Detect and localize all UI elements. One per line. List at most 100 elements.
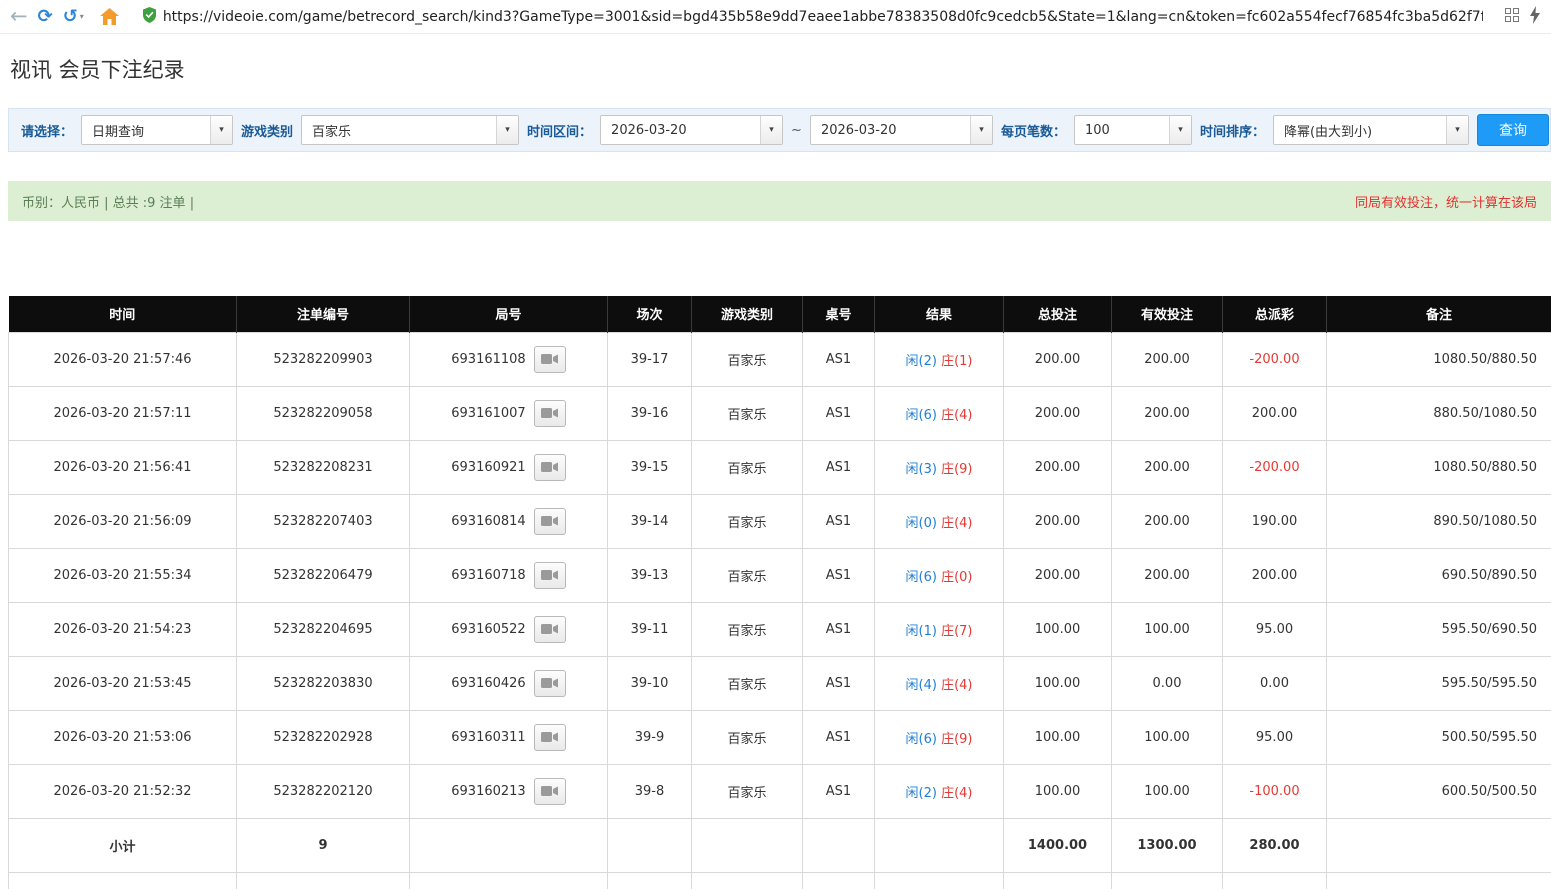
video-camera-icon	[541, 569, 558, 581]
time-cell: 2026-03-20 21:57:46	[9, 332, 237, 386]
table-footer: 小计 9 1400.00 1300.00 280.00 总计 9 1400.00…	[9, 818, 1551, 889]
undo-icon[interactable]: ↺	[63, 8, 78, 26]
session-cell: 39-10	[608, 656, 692, 710]
total-count: 9	[237, 872, 410, 889]
payout-cell: -200.00	[1223, 440, 1327, 494]
select-label: 请选择：	[21, 121, 73, 140]
video-camera-icon	[541, 515, 558, 527]
total-bet-link[interactable]: 100.00	[1004, 656, 1112, 710]
chevron-down-icon[interactable]: ▾	[496, 116, 518, 144]
round-cell: 693160522	[410, 602, 608, 656]
result-banker: 庄(4)	[941, 678, 972, 693]
round-cell: 693160311	[410, 710, 608, 764]
bet-number-cell: 523282207403	[237, 494, 410, 548]
col-header-table-no: 桌号	[803, 296, 875, 332]
back-icon[interactable]: ←	[10, 6, 28, 27]
filter-bar: 请选择： 日期查询 ▾ 游戏类别 百家乐 ▾ 时间区间： 2026-03-20 …	[8, 108, 1551, 152]
chevron-down-icon[interactable]: ▾	[1446, 116, 1468, 144]
result-banker: 庄(4)	[941, 408, 972, 423]
total-bet-link[interactable]: 200.00	[1004, 332, 1112, 386]
total-bet-link[interactable]: 200.00	[1004, 440, 1112, 494]
table-row: 2026-03-20 21:57:11 523282209058 6931610…	[9, 386, 1551, 440]
video-replay-button[interactable]	[534, 616, 566, 643]
total-bet-link[interactable]: 200.00	[1004, 386, 1112, 440]
home-icon[interactable]	[100, 8, 119, 25]
time-cell: 2026-03-20 21:57:11	[9, 386, 237, 440]
round-cell: 693160718	[410, 548, 608, 602]
video-replay-button[interactable]	[534, 508, 566, 535]
chevron-down-icon[interactable]: ▾	[760, 116, 782, 144]
result-cell: 闲(6) 庄(0)	[875, 548, 1004, 602]
video-camera-icon	[541, 461, 558, 473]
result-banker: 庄(7)	[941, 624, 972, 639]
chevron-down-icon[interactable]: ▾	[1169, 116, 1191, 144]
extensions-grid-icon[interactable]	[1505, 7, 1519, 26]
session-cell: 39-15	[608, 440, 692, 494]
valid-bet-cell: 0.00	[1112, 656, 1223, 710]
page-size-value: 100	[1085, 123, 1110, 138]
chevron-down-icon[interactable]: ▾	[970, 116, 992, 144]
video-replay-button[interactable]	[534, 724, 566, 751]
total-bet-link[interactable]: 200.00	[1004, 548, 1112, 602]
result-banker: 庄(4)	[941, 786, 972, 801]
col-header-time: 时间	[9, 296, 237, 332]
video-replay-button[interactable]	[534, 346, 566, 373]
date-from-select[interactable]: 2026-03-20 ▾	[600, 115, 783, 145]
result-player: 闲(6)	[906, 570, 937, 585]
session-cell: 39-8	[608, 764, 692, 818]
payout-cell: 190.00	[1223, 494, 1327, 548]
subtotal-label: 小计	[9, 818, 237, 872]
total-bet-link[interactable]: 100.00	[1004, 710, 1112, 764]
result-player: 闲(1)	[906, 624, 937, 639]
col-header-round: 局号	[410, 296, 608, 332]
video-replay-button[interactable]	[534, 562, 566, 589]
total-bet-link[interactable]: 100.00	[1004, 602, 1112, 656]
address-bar[interactable]: https://videoie.com/game/betrecord_searc…	[135, 4, 1491, 30]
game-type-select[interactable]: 百家乐 ▾	[301, 115, 519, 145]
chevron-down-icon[interactable]: ▾	[210, 116, 232, 144]
undo-dropdown-caret-icon[interactable]: ▾	[80, 12, 84, 21]
table-number-cell: AS1	[803, 764, 875, 818]
video-replay-button[interactable]	[534, 400, 566, 427]
valid-bet-cell: 100.00	[1112, 764, 1223, 818]
col-header-valid-bet: 有效投注	[1112, 296, 1223, 332]
page-size-select[interactable]: 100 ▾	[1074, 115, 1192, 145]
time-cell: 2026-03-20 21:55:34	[9, 548, 237, 602]
query-type-select[interactable]: 日期查询 ▾	[81, 115, 233, 145]
note-cell: 890.50/1080.50	[1327, 494, 1551, 548]
sort-select[interactable]: 降幂(由大到小) ▾	[1273, 115, 1469, 145]
search-button[interactable]: 查询	[1477, 114, 1549, 146]
bet-number-cell: 523282202120	[237, 764, 410, 818]
subtotal-row: 小计 9 1400.00 1300.00 280.00	[9, 818, 1551, 872]
valid-bet-notice-text: 同局有效投注，统一计算在该局	[1355, 192, 1537, 211]
page-size-label: 每页笔数：	[1001, 121, 1066, 140]
undo-control[interactable]: ↺ ▾	[63, 8, 84, 26]
bet-number-cell: 523282209058	[237, 386, 410, 440]
date-to-select[interactable]: 2026-03-20 ▾	[810, 115, 993, 145]
video-replay-button[interactable]	[534, 778, 566, 805]
url-text[interactable]: https://videoie.com/game/betrecord_searc…	[163, 9, 1483, 25]
video-replay-button[interactable]	[534, 454, 566, 481]
total-label: 总计	[9, 872, 237, 889]
game-type-cell: 百家乐	[692, 602, 803, 656]
security-shield-icon	[143, 7, 156, 27]
total-bet-link[interactable]: 200.00	[1004, 494, 1112, 548]
session-cell: 39-9	[608, 710, 692, 764]
result-player: 闲(3)	[906, 462, 937, 477]
round-cell: 693160426	[410, 656, 608, 710]
table-row: 2026-03-20 21:52:32 523282202120 6931602…	[9, 764, 1551, 818]
payout-cell: 200.00	[1223, 386, 1327, 440]
table-row: 2026-03-20 21:53:45 523282203830 6931604…	[9, 656, 1551, 710]
result-cell: 闲(6) 庄(4)	[875, 386, 1004, 440]
note-cell: 600.50/500.50	[1327, 764, 1551, 818]
result-cell: 闲(0) 庄(4)	[875, 494, 1004, 548]
total-bet-link[interactable]: 100.00	[1004, 764, 1112, 818]
refresh-icon[interactable]: ⟳	[38, 8, 53, 26]
round-number: 693160213	[451, 784, 525, 799]
subtotal-payout: 280.00	[1223, 818, 1327, 872]
result-player: 闲(2)	[906, 354, 937, 369]
lightning-icon[interactable]	[1529, 6, 1541, 28]
payout-cell: 200.00	[1223, 548, 1327, 602]
video-replay-button[interactable]	[534, 670, 566, 697]
note-cell: 500.50/595.50	[1327, 710, 1551, 764]
